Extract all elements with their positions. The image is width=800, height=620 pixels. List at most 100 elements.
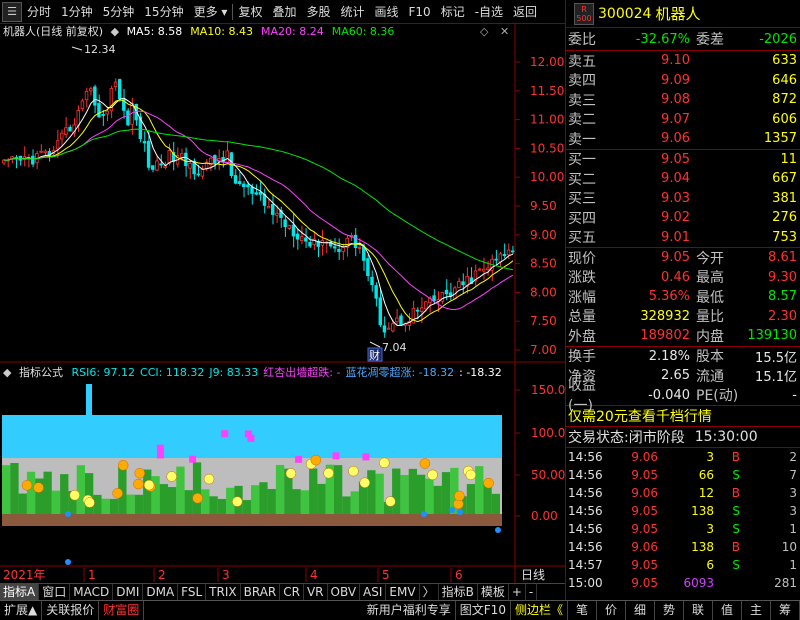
indicator-tab-0[interactable]: 指标A [0,584,40,600]
tab-5min[interactable]: 5分钟 [98,0,140,24]
indicator-tab-5[interactable]: FSL [178,584,207,600]
indicator-tab-10[interactable]: OBV [328,584,361,600]
quote-tab-2[interactable]: 细 [626,601,655,620]
blue-marker [65,559,71,565]
quote-tab-1[interactable]: 价 [597,601,626,620]
quote-tab-4[interactable]: 联 [684,601,713,620]
asks-label: 卖四 [568,73,596,90]
tick-price: 9.06 [631,540,658,554]
bids-row[interactable]: 买四 9.02 276 [566,208,800,228]
quote-tab-6[interactable]: 主 [742,601,771,620]
indicator-tab-6[interactable]: TRIX [206,584,241,600]
ask-book: 卖五 9.10 633 卖四 9.09 646 卖三 9.08 872 卖二 9.07 606 卖一 9.… [566,51,800,149]
fruit-marker [21,480,33,491]
stat-value: 5.36% [648,289,690,305]
grass-bar [350,491,359,514]
indicator-tab-15[interactable]: 模板 [478,584,509,600]
indicator-tab-2[interactable]: MACD [70,584,114,600]
statistics-button[interactable]: 统计 [335,0,369,24]
menu-icon[interactable]: ☰ [2,1,22,22]
bids-volume: 11 [780,151,797,167]
price-tick-label: 8.50 [530,257,557,271]
related-quote-button[interactable]: 关联报价 [42,601,100,620]
indicator-tab-1[interactable]: 窗口 [39,584,71,600]
stat-label: 换手 [568,349,596,366]
bids-row[interactable]: 买三 9.03 381 [566,189,800,209]
indicator-tab-17[interactable]: - [526,584,538,600]
indicator-tab-16[interactable]: + [509,584,526,600]
indicator-tab-14[interactable]: 指标B [439,584,478,600]
quote-tab-5[interactable]: 值 [713,601,742,620]
indicator-tick-label: 100.00 [531,426,565,440]
indicator-value-4: 蓝花凋零超涨: -18.32 [345,366,455,379]
indicator-header: ◆ 指标公式 RSI6: 97.12 CCI: 118.32 J9: 83.33 红杏… [0,365,515,381]
candle-body [151,165,155,170]
restore-rights-button[interactable]: 复权 [233,0,267,24]
indicator-tab-11[interactable]: ASI [360,584,387,600]
tick-price: 9.05 [631,522,658,536]
wealth-circle-button[interactable]: 财富圈 [99,601,145,620]
tick-row: 14:56 9.05 138 S 3 [566,502,800,520]
candle-body [357,247,362,249]
tick-time: 14:56 [568,504,603,518]
bids-price: 9.05 [661,151,690,167]
tick-time: 14:56 [568,450,603,464]
quote-tab-3[interactable]: 势 [655,601,684,620]
candle-body [486,267,490,270]
expand-button[interactable]: 扩展▲ [0,601,43,620]
stat-value: 2.65 [661,368,690,384]
bids-row[interactable]: 买五 9.01 753 [566,228,800,248]
tab-1min[interactable]: 1分钟 [56,0,98,24]
promo-row[interactable]: 仅需20元查看千档行情 [566,406,800,426]
bids-row[interactable]: 买一 9.05 11 [566,150,800,170]
back-button[interactable]: 返回 [508,0,542,24]
asks-row[interactable]: 卖五 9.10 633 [566,51,800,71]
f10-graphic-button[interactable]: 图文F10 [456,601,511,620]
indicator-tick-label: 150.00 [531,383,565,397]
asks-row[interactable]: 卖四 9.09 646 [566,71,800,91]
kline-chart[interactable]: 12.0011.5011.0010.5010.009.509.008.508.0… [0,24,565,583]
fruit-marker [166,471,177,482]
tick-side: S [732,504,740,518]
remove-watchlist-button[interactable]: -自选 [470,0,508,24]
month-label: 6 [455,568,463,582]
asks-row[interactable]: 卖三 9.08 872 [566,90,800,110]
chart-options-icon[interactable]: ◇ [480,24,488,40]
tab-fenshi[interactable]: 分时 [22,0,56,24]
indicator-tab-8[interactable]: CR [280,584,304,600]
grass-bar [10,463,19,514]
overlay-button[interactable]: 叠加 [267,0,301,24]
sidebar-button[interactable]: 侧边栏《 [511,601,568,620]
tab-15min[interactable]: 15分钟 [139,0,188,24]
promo-link[interactable]: 仅需20元查看千档行情 [566,406,712,426]
draw-line-button[interactable]: 画线 [370,0,404,24]
more-periods-button[interactable]: 更多 ▾ [189,0,233,24]
asks-row[interactable]: 卖二 9.07 606 [566,110,800,130]
multi-stock-button[interactable]: 多股 [301,0,335,24]
indicator-settings-icon[interactable]: ◆ [3,366,11,379]
indicator-tab-12[interactable]: EMV [386,584,420,600]
quote-tab-0[interactable]: 笔 [568,601,597,620]
new-user-link[interactable]: 新用户福利专享 [363,601,456,620]
chart-close-icon[interactable]: ✕ [500,24,509,40]
grass-bar [259,482,268,514]
grass-bar [475,466,484,514]
bids-row[interactable]: 买二 9.04 667 [566,169,800,189]
candle-body [374,285,378,299]
asks-row[interactable]: 卖一 9.06 1357 [566,129,800,149]
indicator-title: 指标公式 [18,366,63,379]
indicator-tab-4[interactable]: DMA [143,584,179,600]
mark-button[interactable]: 标记 [436,0,470,24]
ma-settings-icon[interactable]: ◆ [111,25,119,38]
indicator-tab-7[interactable]: BRAR [241,584,281,600]
tick-volume: 12 [698,486,714,500]
indicator-tab-3[interactable]: DMI [113,584,144,600]
quote-tab-7[interactable]: 筹 [771,601,800,620]
f10-button[interactable]: F10 [404,0,436,24]
indicator-tab-9[interactable]: VR [304,584,328,600]
ma-value-1: MA10: 8.43 [190,25,253,38]
grass-bar [43,471,52,514]
candle-body [43,150,47,154]
fruit-marker [285,468,297,479]
indicator-tab-13[interactable]: 〉 [420,584,439,600]
